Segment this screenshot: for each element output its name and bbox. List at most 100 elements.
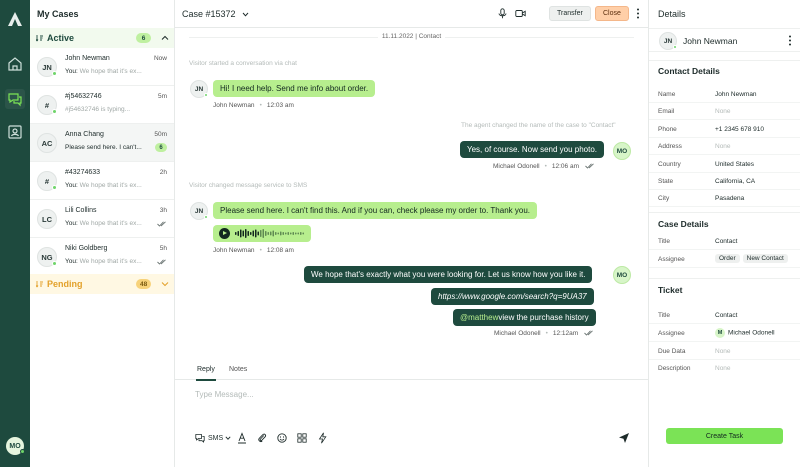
case-preview: #j54632746 is typing... bbox=[65, 106, 131, 113]
chat-icon bbox=[8, 93, 22, 107]
message-time: 12:03 am bbox=[266, 102, 294, 109]
tag-chip[interactable]: Order bbox=[715, 254, 740, 263]
waveform-bar bbox=[240, 229, 242, 238]
pending-group-header[interactable]: Pending 48 bbox=[30, 274, 174, 294]
lightning-icon[interactable] bbox=[318, 432, 327, 444]
case-list-item[interactable]: JN John Newman Now You: We hope that it'… bbox=[30, 48, 174, 86]
text-format-icon[interactable] bbox=[237, 432, 247, 444]
avatar-initials: JN bbox=[194, 85, 204, 93]
message-bubble: Yes, of course. Now send you photo. bbox=[460, 141, 605, 158]
chevron-down-icon bbox=[242, 12, 249, 17]
templates-grid-icon[interactable] bbox=[297, 432, 307, 444]
case-list-item[interactable]: NG Niki Goldberg 5h You: We hope that it… bbox=[30, 238, 174, 276]
detail-value[interactable]: None bbox=[715, 348, 731, 355]
case-preview: You: We hope that it's ex... bbox=[65, 258, 151, 265]
video-camera-icon[interactable] bbox=[515, 8, 526, 19]
case-list-item[interactable]: # #43274633 2h You: We hope that it's ex… bbox=[30, 162, 174, 200]
tag-chip[interactable]: New Contact bbox=[742, 254, 788, 263]
message-input[interactable]: Type Message... bbox=[195, 390, 254, 399]
tab-reply[interactable]: Reply bbox=[196, 366, 216, 381]
nav-contacts[interactable] bbox=[5, 122, 25, 142]
send-icon[interactable] bbox=[618, 432, 630, 444]
online-indicator bbox=[52, 261, 57, 266]
user-initials: MO bbox=[9, 442, 21, 450]
case-title[interactable]: Case #15372 bbox=[182, 9, 249, 19]
contact-name: John Newman bbox=[683, 36, 738, 46]
online-indicator bbox=[52, 109, 57, 114]
detail-value[interactable]: None bbox=[715, 365, 731, 372]
waveform-bar bbox=[257, 231, 259, 236]
assignee-value[interactable]: M Michael Odonell bbox=[715, 328, 775, 338]
user-avatar[interactable]: MO bbox=[6, 437, 25, 455]
more-vertical-icon[interactable] bbox=[788, 35, 792, 46]
avatar-initials: AC bbox=[41, 138, 53, 148]
nav-chats[interactable] bbox=[5, 89, 25, 109]
detail-row: City Pasadena bbox=[649, 190, 800, 207]
waveform-bar bbox=[277, 232, 279, 235]
detail-label: State bbox=[658, 178, 674, 185]
detail-row: Title Contact bbox=[649, 307, 800, 324]
attachment-icon[interactable] bbox=[257, 432, 267, 444]
play-icon[interactable] bbox=[219, 228, 230, 239]
case-list-item[interactable]: # #j54632746 5m #j54632746 is typing... bbox=[30, 86, 174, 124]
more-vertical-icon[interactable] bbox=[636, 8, 640, 19]
you-prefix: You: bbox=[65, 220, 78, 227]
avatar-initials: JN bbox=[42, 62, 52, 72]
chevron-down-icon bbox=[225, 436, 231, 440]
detail-row: Email None bbox=[649, 103, 800, 120]
message-bubble: Please send here. I can't find this. And… bbox=[213, 202, 537, 219]
detail-value[interactable]: None bbox=[715, 143, 731, 150]
preview-text: We hope that it's ex... bbox=[79, 258, 142, 265]
waveform-bar bbox=[247, 231, 249, 236]
detail-label: Country bbox=[658, 161, 681, 168]
app-logo[interactable] bbox=[7, 11, 23, 27]
waveform-bar bbox=[252, 230, 254, 237]
you-prefix: You: bbox=[65, 258, 78, 265]
detail-value: John Newman bbox=[715, 91, 757, 98]
voice-message[interactable] bbox=[213, 225, 311, 242]
case-list-item[interactable]: AC Anna Chang 50m Please send here. I ca… bbox=[30, 124, 174, 162]
waveform-bar bbox=[267, 232, 269, 235]
detail-value: Contact bbox=[715, 312, 738, 319]
message-time: 12:06 am bbox=[551, 163, 579, 170]
avatar: JN bbox=[37, 57, 57, 77]
detail-value[interactable]: None bbox=[715, 108, 731, 115]
message-time: 12:08 am bbox=[266, 247, 294, 254]
case-time: 50m bbox=[154, 131, 167, 138]
channel-select[interactable]: SMS bbox=[195, 432, 231, 444]
waveform-bar bbox=[285, 232, 287, 235]
date-divider: 11.11.2022 | Contact bbox=[175, 33, 648, 40]
link-bubble[interactable]: https://www.google.com/search?q=9UA37 bbox=[431, 288, 594, 305]
avatar: MO bbox=[613, 266, 631, 284]
you-prefix: You: bbox=[65, 68, 78, 75]
transfer-button[interactable]: Transfer bbox=[549, 6, 591, 21]
pending-count-badge: 48 bbox=[136, 279, 152, 289]
link-text[interactable]: https://www.google.com/search?q=9UA37 bbox=[438, 292, 587, 301]
chevron-up-icon[interactable] bbox=[160, 33, 170, 43]
mention[interactable]: @matthew bbox=[460, 313, 498, 322]
emoji-icon[interactable] bbox=[277, 432, 287, 444]
avatar: JN bbox=[659, 32, 677, 50]
case-time: 5m bbox=[157, 93, 167, 100]
channel-label: SMS bbox=[208, 434, 224, 442]
system-message: Visitor changed message service to SMS bbox=[189, 182, 308, 189]
active-group-header[interactable]: Active 6 bbox=[30, 28, 174, 48]
detail-label: Title bbox=[658, 312, 671, 319]
tab-notes[interactable]: Notes bbox=[229, 366, 247, 373]
microphone-icon[interactable] bbox=[497, 8, 508, 19]
detail-label: Address bbox=[658, 143, 682, 150]
detail-label: Due Data bbox=[658, 348, 686, 355]
avatar-initials: JN bbox=[194, 207, 204, 215]
details-contact-header: JN John Newman bbox=[649, 28, 800, 52]
active-group-label: Active bbox=[47, 33, 75, 43]
close-case-button[interactable]: Close bbox=[595, 6, 629, 21]
create-task-button[interactable]: Create Task bbox=[666, 428, 783, 444]
nav-home[interactable] bbox=[5, 54, 25, 74]
preview-text: We hope that it's ex... bbox=[79, 182, 142, 189]
conversation-header: Case #15372 Transfer Close bbox=[175, 0, 648, 28]
detail-row: Description None bbox=[649, 360, 800, 377]
message-sender: Michael Odonell bbox=[494, 330, 541, 337]
chevron-down-icon[interactable] bbox=[160, 279, 170, 289]
active-count-badge: 6 bbox=[136, 33, 151, 43]
case-list-item[interactable]: LC Lili Collins 3h You: We hope that it'… bbox=[30, 200, 174, 238]
